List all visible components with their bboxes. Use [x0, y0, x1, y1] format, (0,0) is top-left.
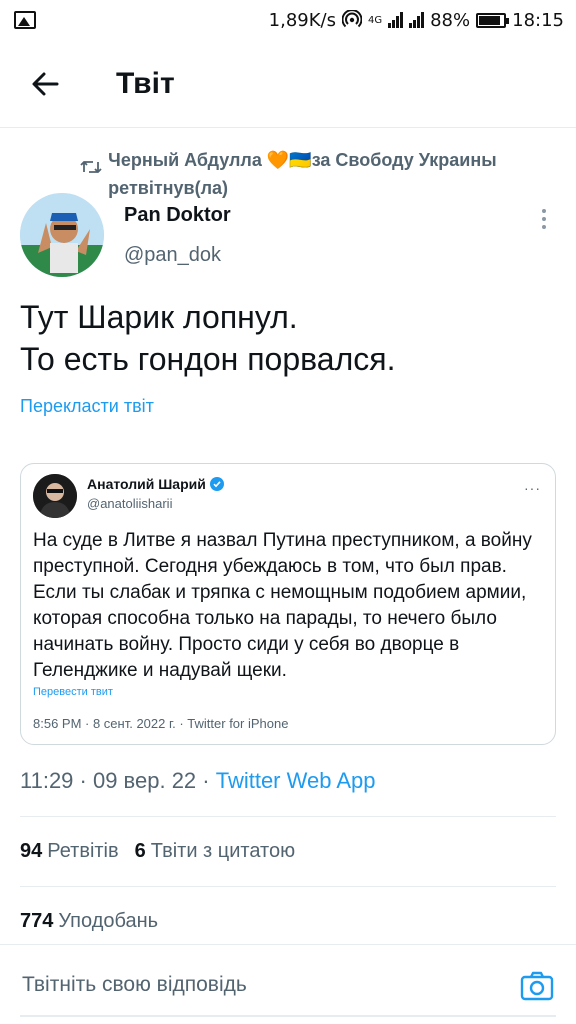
quotes-label: Твіти з цитатою — [150, 840, 296, 862]
reply-underline — [20, 1015, 556, 1017]
arrow-left-icon — [32, 72, 59, 96]
retweet-icon — [80, 146, 108, 202]
camera-icon — [520, 971, 554, 1001]
engagement-stats: 94 Ретвітів 6 Твіти з цитатою — [20, 840, 295, 863]
likes-stats: 774 Уподобань — [20, 910, 158, 933]
quoted-author-name-text: Анатолий Шарий — [87, 476, 206, 492]
image-notification-icon — [14, 11, 36, 29]
header-divider — [0, 127, 576, 128]
quoted-text: На суде в Литве я назвал Путина преступн… — [33, 530, 532, 681]
quoted-more-icon: ··· — [524, 480, 541, 496]
retweets-count: 94 — [20, 840, 43, 862]
page-title: Твіт — [116, 67, 175, 100]
meta-divider — [20, 816, 556, 817]
attached-image[interactable]: Анатолий Шарий @anatoliisharii ··· На су… — [20, 463, 556, 745]
retweets-label: Ретвітів — [47, 840, 119, 862]
likes-count: 774 — [20, 910, 54, 932]
battery-icon — [476, 12, 510, 28]
quotes-stat[interactable]: 6 Твіти з цитатою — [135, 840, 295, 863]
stats-divider — [20, 886, 556, 887]
author-name[interactable]: Pan Doktor — [124, 204, 231, 227]
network-type-label: 4G — [367, 14, 383, 26]
reply-input[interactable]: Твітніть свою відповідь — [22, 973, 247, 997]
quoted-avatar — [33, 474, 77, 518]
quotes-count: 6 — [134, 840, 146, 862]
signal-2-icon — [409, 12, 425, 28]
quoted-translate-link: Перевести твит — [33, 686, 113, 698]
avatar[interactable] — [20, 193, 104, 277]
likes-label: Уподобань — [58, 910, 159, 932]
reply-bar: Твітніть свою відповідь — [0, 944, 576, 1024]
retweets-stat[interactable]: 94 Ретвітів — [20, 840, 119, 863]
tweet-text: Тут Шарик лопнул. То есть гондон порвалс… — [20, 299, 396, 377]
quoted-meta: 8:56 PM · 8 сент. 2022 г. · Twitter for … — [33, 716, 289, 731]
status-bar: 1,89K/s 4G 88% 18:15 — [0, 0, 576, 40]
tweet-source-link[interactable]: Twitter Web App — [216, 768, 376, 793]
hotspot-icon — [341, 10, 362, 28]
network-speed: 1,89K/s — [268, 9, 336, 31]
more-options-button[interactable] — [532, 205, 556, 233]
back-button[interactable] — [0, 44, 90, 124]
quoted-author-name: Анатолий Шарий — [87, 476, 224, 492]
camera-button[interactable] — [520, 969, 554, 1003]
translate-tweet-link[interactable]: Перекласти твіт — [20, 396, 154, 417]
battery-percent: 88% — [430, 9, 471, 31]
clock: 18:15 — [512, 9, 564, 31]
top-app-bar: Твіт — [0, 44, 576, 124]
retweeted-by-text: Черный Абдулла 🧡🇺🇦за Свободу Украины рет… — [108, 150, 497, 198]
signal-icon — [388, 12, 404, 28]
quoted-author-handle: @anatoliisharii — [87, 496, 173, 511]
tweet-timestamp: 11:29 · 09 вер. 22 · — [20, 768, 216, 793]
tweet-meta: 11:29 · 09 вер. 22 · Twitter Web App — [20, 768, 376, 794]
author-handle[interactable]: @pan_dok — [124, 244, 221, 267]
verified-badge-icon — [209, 477, 224, 491]
retweeted-by[interactable]: Черный Абдулла 🧡🇺🇦за Свободу Украины рет… — [80, 146, 560, 202]
likes-stat[interactable]: 774 Уподобань — [20, 910, 158, 933]
